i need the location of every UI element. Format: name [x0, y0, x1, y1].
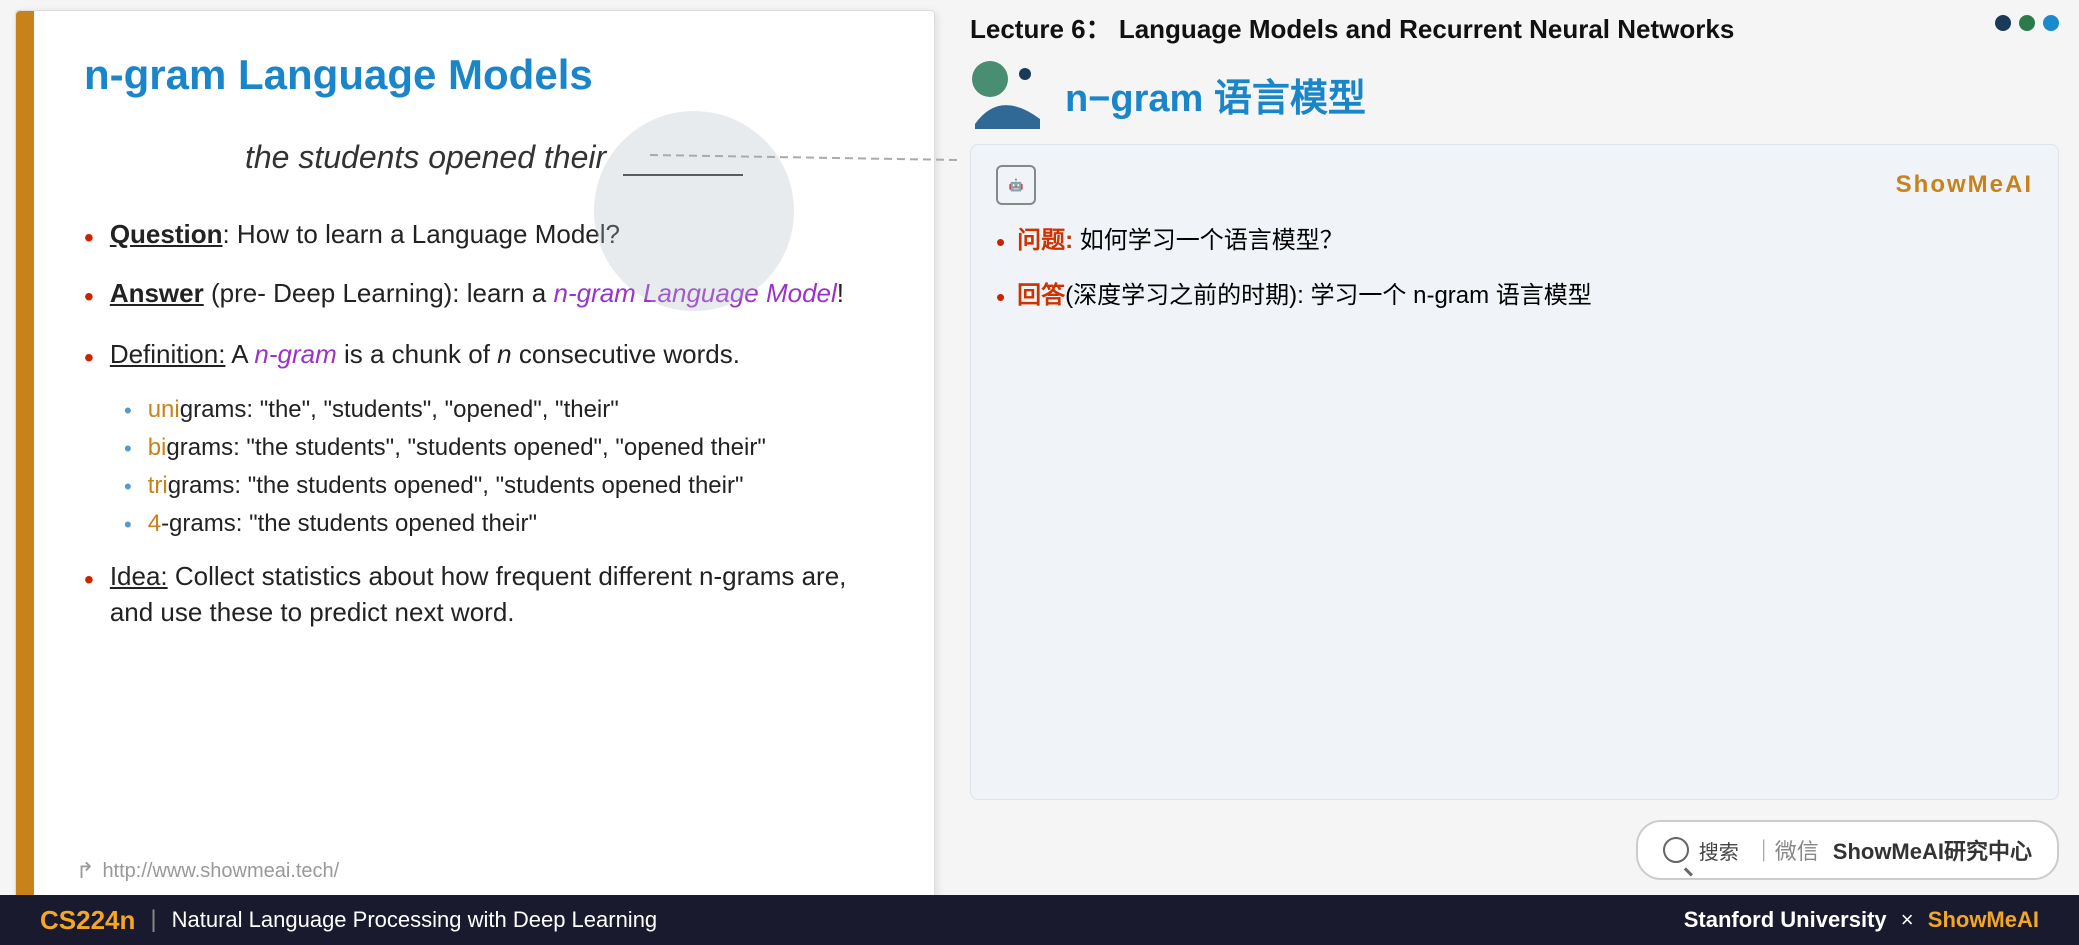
question-label: Question — [110, 219, 223, 249]
footer-bar: CS224n | Natural Language Processing wit… — [0, 895, 2079, 945]
search-bar[interactable]: 搜索 ｜微信 ShowMeAI研究中心 — [1636, 820, 2059, 880]
bullet-dot-definition: • — [84, 338, 94, 377]
lecture-title: Lecture 6： Language Models and Recurrent… — [970, 10, 1995, 49]
sub-dot-3: • — [124, 474, 132, 500]
slide-footer: ↱ http://www.showmeai.tech/ — [76, 858, 339, 884]
question-text: : How to learn a Language Model? — [222, 219, 620, 249]
card-answer-label: 回答 — [1017, 282, 1065, 309]
ngram-title: n−gram 语言模型 — [1065, 67, 1366, 122]
sub-dot-1: • — [124, 398, 132, 424]
slide-title: n-gram Language Models — [84, 51, 884, 99]
footer-course-title: Natural Language Processing with Deep Le… — [172, 907, 658, 933]
lecture-title-area: Lecture 6： Language Models and Recurrent… — [970, 10, 1995, 49]
bullet-dot-question: • — [84, 218, 94, 257]
cursor-icon: ↱ — [76, 858, 94, 884]
footer-cs-label: CS224n — [40, 905, 135, 936]
card-bullet-answer: • 回答(深度学习之前的时期): 学习一个 n-gram 语言模型 — [996, 278, 2033, 317]
sub-bullets: • unigrams: "the", "students", "opened",… — [124, 396, 884, 538]
ngram-italic: n-gram — [254, 339, 336, 369]
footer-divider: | — [150, 906, 156, 934]
footer-url: http://www.showmeai.tech/ — [102, 860, 339, 883]
card-question-text: 如何学习一个语言模型？ — [1080, 227, 1344, 254]
showmeai-card: 🤖 ShowMeAI • 问题: 如何学习一个语言模型？ • 回答(深度学习之前… — [970, 144, 2059, 800]
showmeai-brand: ShowMeAI — [1896, 171, 2033, 199]
right-panel: Lecture 6： Language Models and Recurrent… — [950, 0, 2079, 895]
slide-accent-bar — [16, 11, 34, 904]
search-area: 搜索 ｜微信 ShowMeAI研究中心 — [970, 815, 2059, 885]
answer-label: Answer — [110, 278, 204, 308]
footer-brand: ShowMeAI — [1928, 907, 2039, 932]
dot-dark — [1995, 15, 2011, 31]
bullet-definition: • Definition: A n-gram is a chunk of n c… — [84, 336, 884, 377]
dot-green — [2019, 15, 2035, 31]
search-icon — [1663, 837, 1689, 863]
bullet-idea: • Idea: Collect statistics about how fre… — [84, 558, 884, 631]
ngram-icon — [970, 59, 1050, 129]
stanford-university: Stanford University — [1684, 907, 1887, 932]
card-bullet-question: • 问题: 如何学习一个语言模型？ — [996, 223, 2033, 262]
right-panel-header: Lecture 6： Language Models and Recurrent… — [970, 10, 2059, 49]
dots-row — [1995, 15, 2059, 31]
search-brand: ShowMeAI研究中心 — [1833, 834, 2032, 866]
bullet-section-definition: • Definition: A n-gram is a chunk of n c… — [84, 336, 884, 537]
ai-badge-text: 🤖 — [1009, 178, 1024, 192]
card-dot-1: • — [996, 223, 1005, 262]
slide-panel: n-gram Language Models the students open… — [15, 10, 935, 905]
bullet-section-idea: • Idea: Collect statistics about how fre… — [84, 558, 884, 631]
footer-x: × — [1901, 907, 1914, 932]
answer-text-before: (pre- Deep Learning): learn a — [204, 278, 554, 308]
ngram-header-row: n−gram 语言模型 — [970, 59, 2059, 129]
idea-label: Idea: — [110, 561, 168, 591]
search-divider: ｜微信 — [1753, 834, 1819, 866]
sub-bullet-bigrams: • bigrams: "the students", "students ope… — [124, 434, 884, 462]
footer-right: Stanford University × ShowMeAI — [1684, 907, 2039, 933]
n-italic: n — [497, 339, 511, 369]
circle-decoration — [594, 111, 794, 311]
sub-dot-2: • — [124, 436, 132, 462]
card-answer-text: 学习一个 n-gram 语言模型 — [1310, 282, 1591, 309]
sub-dot-4: • — [124, 512, 132, 538]
ai-badge: 🤖 — [996, 165, 1036, 205]
idea-text: Collect statistics about how frequent di… — [110, 561, 847, 627]
sub-bullet-unigrams: • unigrams: "the", "students", "opened",… — [124, 396, 884, 424]
right-header: Lecture 6： Language Models and Recurrent… — [970, 10, 2059, 129]
card-question-label: 问题: — [1017, 227, 1073, 254]
sub-bullet-4grams: • 4-grams: "the students opened their" — [124, 510, 884, 538]
card-answer-parens: (深度学习之前的时期): — [1065, 282, 1304, 309]
dot-blue — [2043, 15, 2059, 31]
search-text: 搜索 — [1699, 836, 1739, 865]
header-dots — [1995, 10, 2059, 31]
card-dot-2: • — [996, 278, 1005, 317]
sub-bullet-trigrams: • trigrams: "the students opened", "stud… — [124, 472, 884, 500]
bullet-dot-idea: • — [84, 560, 94, 599]
definition-label: Definition: — [110, 339, 226, 369]
footer-left: CS224n | Natural Language Processing wit… — [40, 905, 657, 936]
bullet-dot-answer: • — [84, 277, 94, 316]
showmeai-card-header: 🤖 ShowMeAI — [996, 165, 2033, 205]
